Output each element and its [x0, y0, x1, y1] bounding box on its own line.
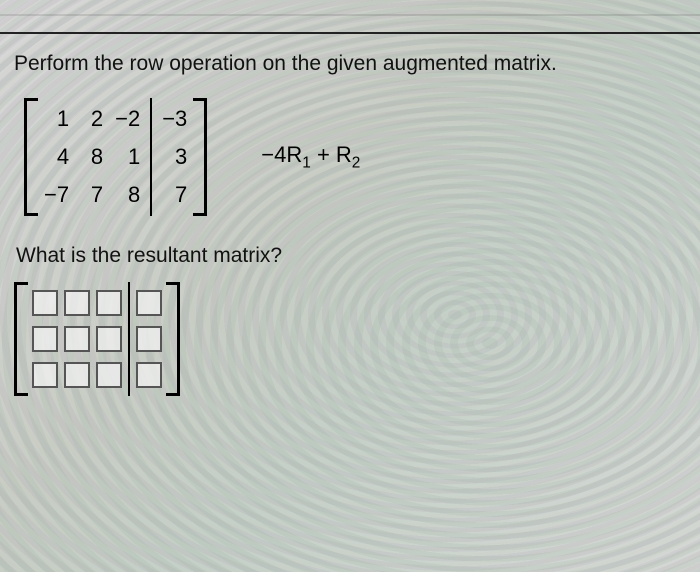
- matrix-cell: 7: [165, 184, 187, 206]
- answer-right-block: [136, 290, 162, 388]
- matrix-cell: 3: [165, 146, 187, 168]
- row-operation-expression: −4R1 + R2: [261, 142, 360, 172]
- answer-matrix: [14, 282, 686, 396]
- matrix-cell: 7: [81, 184, 103, 206]
- question-text: What is the resultant matrix?: [16, 244, 686, 268]
- answer-input[interactable]: [32, 290, 58, 316]
- matrix-cell: 1: [47, 108, 69, 130]
- answer-input[interactable]: [96, 362, 122, 388]
- left-bracket: [14, 282, 28, 396]
- augment-separator: [150, 98, 152, 216]
- op-part: −4R: [261, 142, 302, 167]
- answer-input[interactable]: [96, 326, 122, 352]
- answer-input[interactable]: [96, 290, 122, 316]
- op-sub: 1: [302, 154, 311, 171]
- answer-input[interactable]: [32, 326, 58, 352]
- op-sub: 2: [352, 154, 361, 171]
- matrix-right-block: −3 3 7: [162, 108, 187, 206]
- answer-input[interactable]: [64, 290, 90, 316]
- matrix-cell: 1: [118, 146, 140, 168]
- answer-left-block: [32, 290, 122, 388]
- matrix-cell: 8: [118, 184, 140, 206]
- answer-input[interactable]: [64, 326, 90, 352]
- matrix-cell: −3: [162, 108, 187, 130]
- matrix-body: 1 4 −7 2 8 7 −2 1 8: [38, 98, 193, 216]
- matrix-cell: 8: [81, 146, 103, 168]
- answer-input[interactable]: [136, 362, 162, 388]
- matrix-left-block: 1 4 −7 2 8 7 −2 1 8: [44, 108, 140, 206]
- instruction-text: Perform the row operation on the given a…: [14, 52, 686, 76]
- answer-input[interactable]: [64, 362, 90, 388]
- given-matrix: 1 4 −7 2 8 7 −2 1 8: [24, 98, 207, 216]
- matrix-cell: 2: [81, 108, 103, 130]
- matrix-and-operation-row: 1 4 −7 2 8 7 −2 1 8: [24, 98, 686, 216]
- matrix-cell: −7: [44, 184, 69, 206]
- answer-matrix-body: [28, 282, 166, 396]
- op-part: + R: [311, 142, 352, 167]
- matrix-cell: 4: [47, 146, 69, 168]
- answer-input[interactable]: [32, 362, 58, 388]
- augment-separator: [128, 282, 130, 396]
- right-bracket: [193, 98, 207, 216]
- right-bracket: [166, 282, 180, 396]
- answer-input[interactable]: [136, 326, 162, 352]
- problem-content: Perform the row operation on the given a…: [0, 0, 700, 396]
- answer-input[interactable]: [136, 290, 162, 316]
- left-bracket: [24, 98, 38, 216]
- matrix-cell: −2: [115, 108, 140, 130]
